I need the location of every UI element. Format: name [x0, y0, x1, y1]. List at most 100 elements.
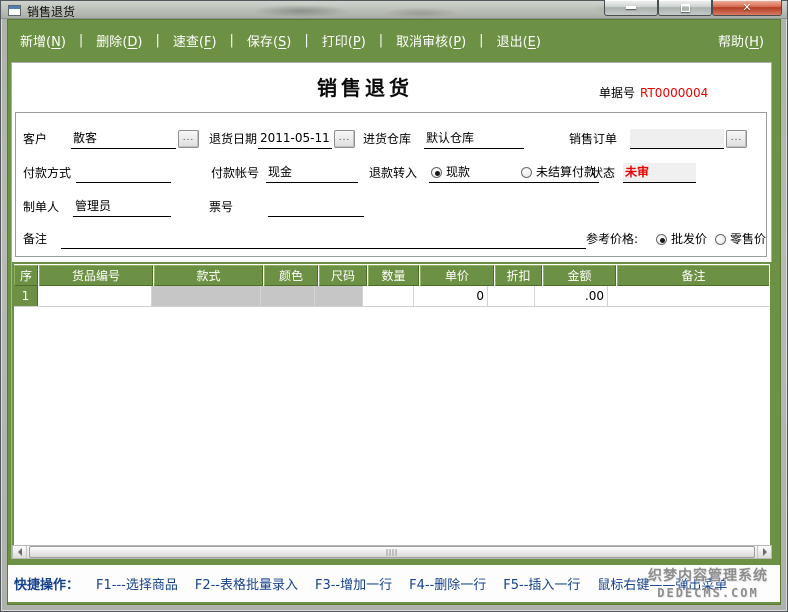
- maximize-icon: [681, 4, 690, 12]
- footer-bar: 快捷操作： F1---选择商品 F2--表格批量录入 F3--增加一行 F4--…: [8, 565, 780, 602]
- shortcut-f1: F1---选择商品: [96, 574, 178, 593]
- bill-number-label: 单据号: [599, 86, 635, 100]
- right-arrow-icon: [763, 548, 771, 556]
- toolbar-separator: |: [479, 33, 483, 48]
- scrollbar-thumb[interactable]: [29, 546, 755, 558]
- shortcuts-label: 快捷操作：: [14, 574, 79, 593]
- grid-header-item-no: 货品编号: [39, 265, 153, 286]
- refund-cash-option[interactable]: 现款: [431, 163, 470, 182]
- radio-selected-icon[interactable]: [656, 234, 667, 245]
- grid-row: 1 0 .00: [14, 286, 770, 307]
- app-icon: [8, 5, 21, 16]
- horizontal-scrollbar[interactable]: [12, 545, 772, 559]
- customer-browse-button[interactable]: ...: [178, 130, 199, 148]
- sales-order-field[interactable]: [630, 129, 724, 149]
- grid-header-qty: 数量: [368, 265, 419, 286]
- toolbar-separator: |: [230, 33, 234, 48]
- pay-method-label: 付款方式: [23, 163, 71, 183]
- shortcut-f2: F2--表格批量录入: [195, 574, 298, 593]
- toolbar-exit-button[interactable]: 退出(E): [497, 31, 541, 50]
- toolbar-cancel-audit-button[interactable]: 取消审核(P): [396, 31, 466, 50]
- grid-header-unit-price: 单价: [420, 265, 494, 286]
- grid-cell-color: [261, 286, 315, 306]
- shortcut-f4: F4--删除一行: [409, 574, 486, 593]
- refund-unsettled-option[interactable]: 未结算付款: [521, 163, 596, 182]
- shortcut-hints: 快捷操作： F1---选择商品 F2--表格批量录入 F3--增加一行 F4--…: [14, 574, 727, 593]
- window-controls: ✕: [604, 0, 782, 16]
- detail-grid: 序 货品编号 款式 颜色 尺码 数量 单价 折扣 金额 备注 1 0 .00: [12, 262, 772, 545]
- app-window: 销售退货 ✕ 新增(N) | 删除(D) | 速查(F) | 保存(S) | 打…: [0, 0, 788, 612]
- radio-unselected-icon[interactable]: [521, 167, 532, 178]
- watermark-line1: 织梦内容管理系统: [648, 568, 768, 586]
- pay-method-field[interactable]: [76, 163, 171, 183]
- ref-price-retail-option[interactable]: 零售价: [715, 229, 766, 249]
- window-title: 销售退货: [27, 3, 75, 20]
- toolbar-separator: |: [155, 33, 159, 48]
- toolbar-save-button[interactable]: 保存(S): [247, 31, 291, 50]
- maker-field[interactable]: 管理员: [73, 197, 171, 217]
- sales-order-browse-button[interactable]: ...: [726, 130, 747, 148]
- grid-header-remark: 备注: [617, 265, 769, 286]
- shortcut-f5: F5--插入一行: [503, 574, 580, 593]
- grid-cell-remark[interactable]: [608, 286, 770, 306]
- radio-selected-icon[interactable]: [431, 167, 442, 178]
- grid-header-style: 款式: [154, 265, 263, 286]
- minimize-icon: [626, 6, 636, 9]
- bill-number-value: RT0000004: [640, 86, 708, 100]
- grid-cell-amount[interactable]: .00: [535, 286, 608, 306]
- toolbar-separator: |: [79, 33, 83, 48]
- grid-header-amount: 金额: [543, 265, 616, 286]
- status-value: 未审: [623, 163, 696, 183]
- refund-to-radio-group: 现款 未结算付款: [429, 163, 599, 183]
- close-icon: ✕: [742, 2, 751, 13]
- remark-field[interactable]: [61, 229, 586, 249]
- return-date-field[interactable]: 2011-05-11: [258, 129, 332, 149]
- grid-header-seq: 序: [14, 265, 38, 286]
- toolbar-print-button[interactable]: 打印(P): [322, 31, 366, 50]
- sales-order-label: 销售订单: [569, 129, 617, 149]
- grid-cell-qty[interactable]: [363, 286, 414, 306]
- grid-cell-discount[interactable]: [488, 286, 535, 306]
- bill-number: 单据号 RT0000004: [599, 84, 708, 101]
- toolbar-help-button[interactable]: 帮助(H): [718, 31, 764, 50]
- grid-cell-item-no[interactable]: [38, 286, 152, 306]
- return-date-label: 退货日期: [209, 129, 257, 149]
- return-date-browse-button[interactable]: ...: [334, 130, 355, 148]
- warehouse-field[interactable]: 默认仓库: [424, 129, 524, 149]
- warehouse-label: 进货仓库: [363, 129, 411, 149]
- toolbar: 新增(N) | 删除(D) | 速查(F) | 保存(S) | 打印(P) | …: [8, 19, 780, 61]
- maximize-button[interactable]: [658, 0, 712, 16]
- pay-account-label: 付款帐号: [211, 163, 259, 183]
- grid-header-discount: 折扣: [495, 265, 542, 286]
- refund-to-label: 退款转入: [369, 163, 417, 183]
- grid-cell-size: [315, 286, 363, 306]
- ticket-no-label: 票号: [209, 197, 233, 217]
- grid-cell-style: [152, 286, 261, 306]
- grid-header-color: 颜色: [264, 265, 318, 286]
- status-label: 状态: [591, 163, 615, 183]
- left-arrow-icon: [14, 548, 22, 556]
- customer-field[interactable]: 散客: [71, 129, 176, 149]
- maker-label: 制单人: [23, 197, 59, 217]
- remark-label: 备注: [23, 229, 47, 249]
- scroll-left-arrow[interactable]: [13, 546, 27, 558]
- grid-header-row: 序 货品编号 款式 颜色 尺码 数量 单价 折扣 金额 备注: [14, 264, 770, 286]
- scrollbar-grip-icon: [387, 549, 398, 556]
- scroll-right-arrow[interactable]: [757, 546, 771, 558]
- toolbar-new-button[interactable]: 新增(N): [20, 31, 66, 50]
- ticket-no-field[interactable]: [268, 197, 364, 217]
- ref-price-wholesale-option[interactable]: 批发价: [656, 229, 707, 249]
- toolbar-quick-search-button[interactable]: 速查(F): [173, 31, 217, 50]
- close-button[interactable]: ✕: [712, 0, 782, 16]
- header-fields-groupbox: 客户 散客 ... 退货日期 2011-05-11 ... 进货仓库 默认仓库 …: [15, 112, 767, 257]
- page-title: 销售退货: [280, 72, 450, 101]
- watermark: 织梦内容管理系统 DEDECMS.COM: [648, 568, 768, 601]
- grid-cell-unit-price[interactable]: 0: [414, 286, 488, 306]
- radio-unselected-icon[interactable]: [715, 234, 726, 245]
- grid-header-size: 尺码: [319, 265, 367, 286]
- toolbar-delete-button[interactable]: 删除(D): [96, 31, 142, 50]
- watermark-line2: DEDECMS.COM: [648, 586, 768, 601]
- minimize-button[interactable]: [604, 0, 658, 16]
- toolbar-separator: |: [379, 33, 383, 48]
- pay-account-field[interactable]: 现金: [266, 163, 358, 183]
